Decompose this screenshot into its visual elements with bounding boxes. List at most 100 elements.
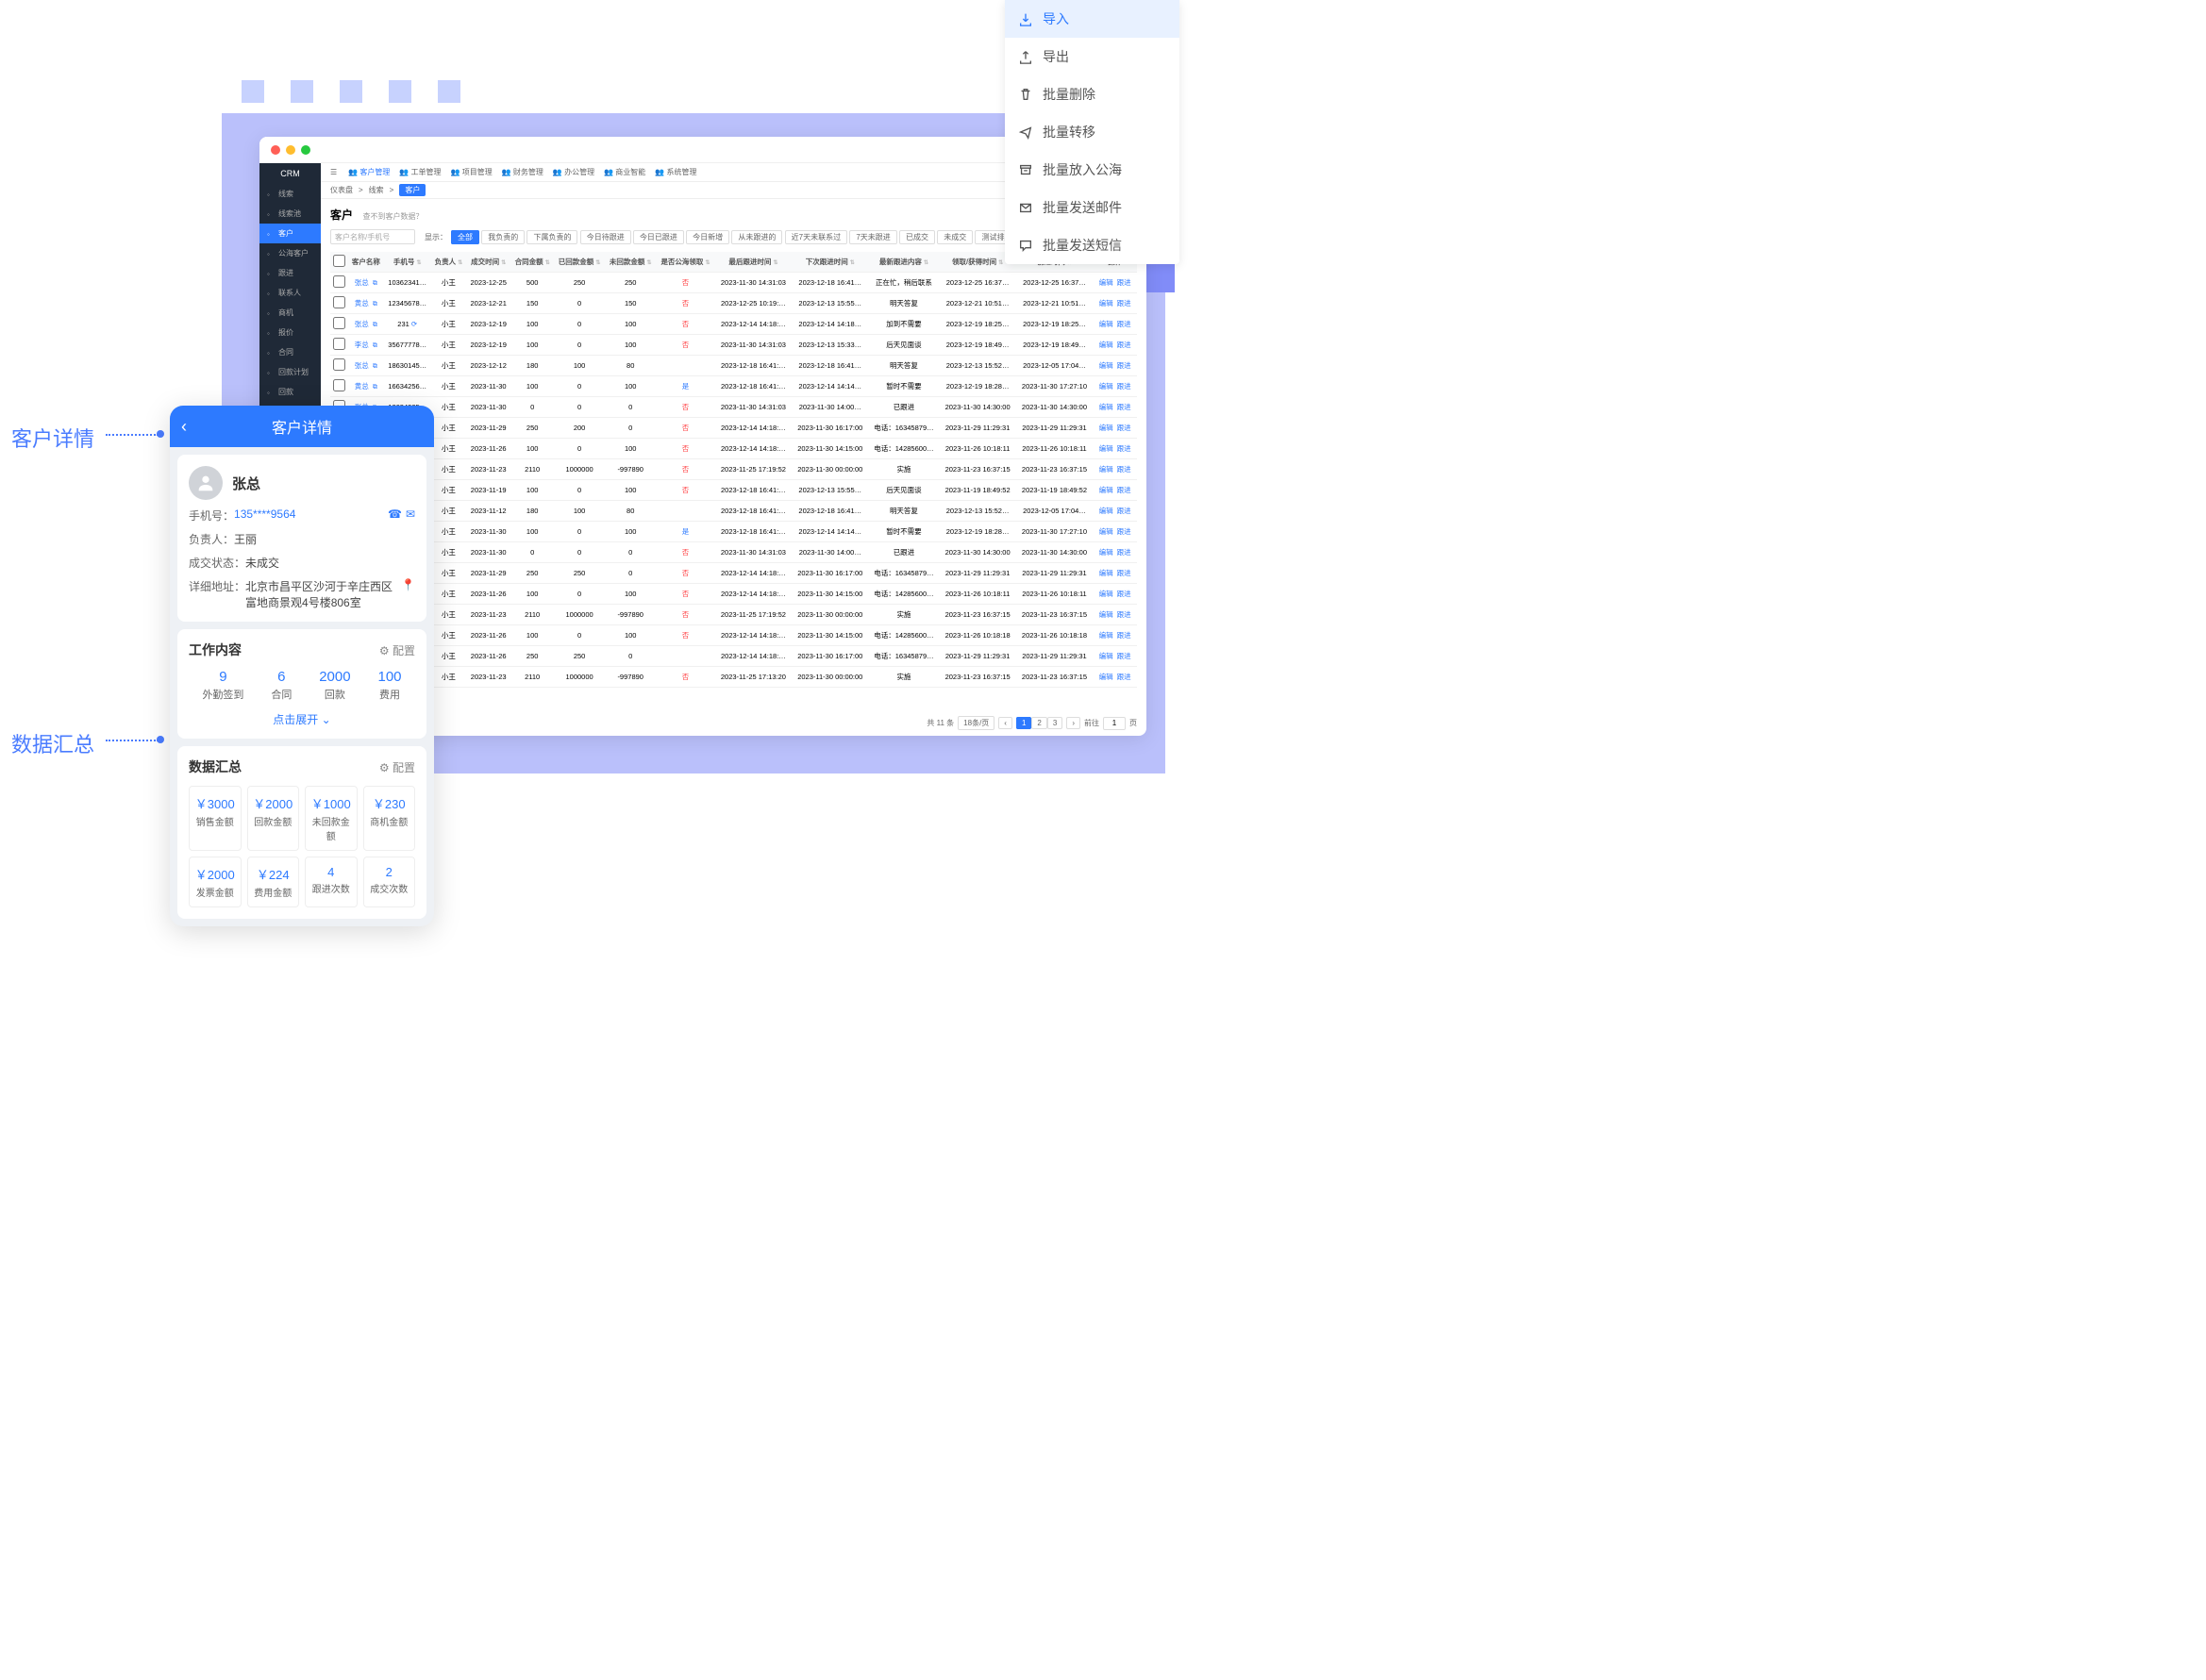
topnav-项目管理[interactable]: 👥 项目管理 <box>451 168 493 176</box>
search-input[interactable]: 客户名称/手机号 <box>330 229 415 244</box>
edit-link[interactable]: 编辑 <box>1099 361 1113 370</box>
column-header[interactable]: 最新跟进内容 ⇅ <box>868 252 939 273</box>
edit-link[interactable]: 编辑 <box>1099 527 1113 536</box>
work-stat[interactable]: 9外勤签到 <box>202 669 243 702</box>
edit-link[interactable]: 编辑 <box>1099 424 1113 432</box>
edit-link[interactable]: 编辑 <box>1099 382 1113 391</box>
edit-link[interactable]: 编辑 <box>1099 444 1113 453</box>
follow-link[interactable]: 跟进 <box>1117 278 1131 287</box>
filter-全部[interactable]: 全部 <box>451 230 479 244</box>
copy-icon[interactable]: ⧉ <box>373 384 377 391</box>
follow-link[interactable]: 跟进 <box>1117 610 1131 619</box>
back-icon[interactable]: ‹ <box>181 417 187 437</box>
filter-已成交[interactable]: 已成交 <box>899 230 935 244</box>
follow-link[interactable]: 跟进 <box>1117 652 1131 660</box>
edit-link[interactable]: 编辑 <box>1099 631 1113 640</box>
copy-icon[interactable]: ⧉ <box>373 342 377 349</box>
follow-link[interactable]: 跟进 <box>1117 320 1131 328</box>
column-header[interactable]: 负责人 ⇅ <box>431 252 466 273</box>
sidebar-item-合同[interactable]: ◦合同 <box>259 342 321 362</box>
follow-link[interactable]: 跟进 <box>1117 465 1131 474</box>
sidebar-item-客户[interactable]: ◦客户 <box>259 224 321 243</box>
maximize-dot[interactable] <box>301 145 310 155</box>
filter-今日新增[interactable]: 今日新增 <box>686 230 729 244</box>
row-checkbox[interactable] <box>330 335 348 356</box>
row-checkbox[interactable] <box>330 314 348 335</box>
filter-从未跟进的[interactable]: 从未跟进的 <box>731 230 782 244</box>
follow-link[interactable]: 跟进 <box>1117 382 1131 391</box>
sidebar-item-线索[interactable]: ◦线索 <box>259 184 321 204</box>
prev-page[interactable]: ‹ <box>998 717 1012 729</box>
summary-item[interactable]: 4跟进次数 <box>305 857 358 907</box>
minimize-dot[interactable] <box>286 145 295 155</box>
goto-input[interactable] <box>1103 717 1126 730</box>
filter-7天未跟进[interactable]: 7天未跟进 <box>849 230 896 244</box>
work-stat[interactable]: 2000回款 <box>319 669 350 702</box>
sidebar-item-公海客户[interactable]: ◦公海客户 <box>259 243 321 263</box>
copy-icon[interactable]: ⧉ <box>373 280 377 287</box>
column-header[interactable]: 客户名称 <box>348 252 384 273</box>
copy-icon[interactable]: ⧉ <box>373 322 377 328</box>
follow-link[interactable]: 跟进 <box>1117 424 1131 432</box>
edit-link[interactable]: 编辑 <box>1099 486 1113 494</box>
filter-今日待跟进[interactable]: 今日待跟进 <box>580 230 631 244</box>
follow-link[interactable]: 跟进 <box>1117 444 1131 453</box>
next-page[interactable]: › <box>1066 717 1080 729</box>
sms-icon[interactable]: ✉ <box>406 507 415 521</box>
edit-link[interactable]: 编辑 <box>1099 320 1113 328</box>
column-header[interactable]: 已回款金额 ⇅ <box>554 252 605 273</box>
follow-link[interactable]: 跟进 <box>1117 507 1131 515</box>
breadcrumb-path[interactable]: 线索 <box>369 185 384 195</box>
follow-link[interactable]: 跟进 <box>1117 631 1131 640</box>
summary-item[interactable]: ￥2000发票金额 <box>189 857 242 907</box>
topnav-办公管理[interactable]: 👥 办公管理 <box>553 168 594 176</box>
edit-link[interactable]: 编辑 <box>1099 507 1113 515</box>
page-size-select[interactable]: 18条/页 <box>958 716 994 730</box>
edit-link[interactable]: 编辑 <box>1099 299 1113 308</box>
sidebar-item-商机[interactable]: ◦商机 <box>259 303 321 323</box>
follow-link[interactable]: 跟进 <box>1117 299 1131 308</box>
action-share[interactable]: 批量转移 <box>1005 113 1179 151</box>
edit-link[interactable]: 编辑 <box>1099 403 1113 411</box>
action-archive[interactable]: 批量放入公海 <box>1005 151 1179 189</box>
config-button[interactable]: ⚙ 配置 <box>379 642 415 658</box>
breadcrumb-home[interactable]: 仪表盘 <box>330 185 353 195</box>
select-all-header[interactable] <box>330 252 348 273</box>
work-stat[interactable]: 6合同 <box>271 669 292 702</box>
follow-link[interactable]: 跟进 <box>1117 548 1131 557</box>
customer-name-cell[interactable]: 张总 ⧉ <box>348 273 384 293</box>
customer-name-cell[interactable]: 黄总 ⧉ <box>348 293 384 314</box>
config-button[interactable]: ⚙ 配置 <box>379 759 415 775</box>
page-3[interactable]: 3 <box>1047 717 1062 729</box>
customer-name-cell[interactable]: 张总 ⧉ <box>348 356 384 376</box>
column-header[interactable]: 成交时间 ⇅ <box>466 252 510 273</box>
page-subtitle[interactable]: 查不到客户数据？ <box>362 212 423 221</box>
topnav-工单管理[interactable]: 👥 工单管理 <box>399 168 441 176</box>
column-header[interactable]: 下次跟进时间 ⇅ <box>792 252 868 273</box>
summary-item[interactable]: ￥224费用金额 <box>247 857 300 907</box>
location-icon[interactable]: 📍 <box>401 578 415 591</box>
phone-value[interactable]: 135****9564 <box>234 507 384 521</box>
follow-link[interactable]: 跟进 <box>1117 590 1131 598</box>
column-header[interactable]: 未回款金额 ⇅ <box>605 252 656 273</box>
edit-link[interactable]: 编辑 <box>1099 652 1113 660</box>
customer-name-cell[interactable]: 黄总 ⧉ <box>348 376 384 397</box>
column-header[interactable]: 手机号 ⇅ <box>384 252 431 273</box>
edit-link[interactable]: 编辑 <box>1099 569 1113 577</box>
call-icon[interactable]: ☎ <box>388 507 402 521</box>
action-mail[interactable]: 批量发送邮件 <box>1005 189 1179 226</box>
sidebar-item-报价[interactable]: ◦报价 <box>259 323 321 342</box>
follow-link[interactable]: 跟进 <box>1117 569 1131 577</box>
action-import[interactable]: 导入 <box>1005 0 1179 38</box>
sidebar-item-跟进[interactable]: ◦跟进 <box>259 263 321 283</box>
edit-link[interactable]: 编辑 <box>1099 610 1113 619</box>
sidebar-item-回款计划[interactable]: ◦回款计划 <box>259 362 321 382</box>
sidebar-item-联系人[interactable]: ◦联系人 <box>259 283 321 303</box>
edit-link[interactable]: 编辑 <box>1099 278 1113 287</box>
summary-item[interactable]: ￥1000未回款金额 <box>305 786 358 851</box>
row-checkbox[interactable] <box>330 356 348 376</box>
close-dot[interactable] <box>271 145 280 155</box>
action-trash[interactable]: 批量删除 <box>1005 75 1179 113</box>
edit-link[interactable]: 编辑 <box>1099 341 1113 349</box>
follow-link[interactable]: 跟进 <box>1117 341 1131 349</box>
